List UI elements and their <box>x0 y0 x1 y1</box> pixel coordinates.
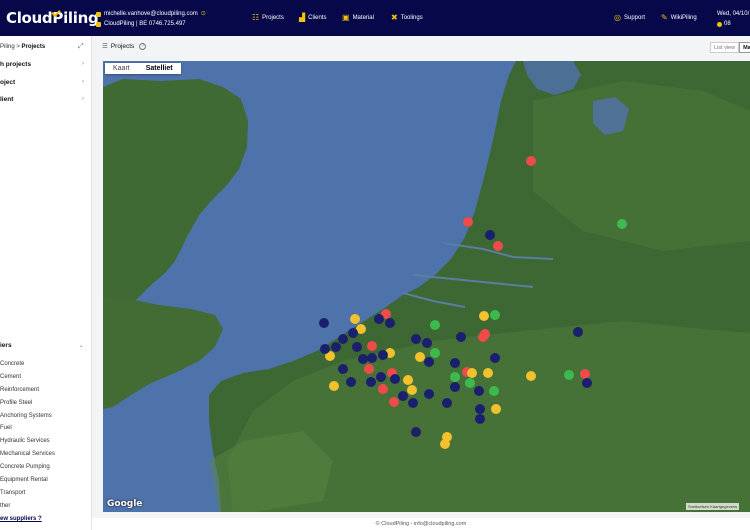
chevron-right-icon: › <box>81 60 84 67</box>
support-label: Support <box>623 14 645 21</box>
breadcrumb-prefix: Piling > <box>0 44 22 50</box>
map-type-kaart[interactable]: Kaart <box>105 63 138 74</box>
chevron-right-icon: › <box>81 95 84 102</box>
new-suppliers-link[interactable]: ew suppliers ? <box>0 516 42 522</box>
tools-icon: ✖ <box>391 13 398 22</box>
nav-toolings[interactable]: ✖ Toolings <box>391 13 423 22</box>
suppliers-header[interactable]: iers ⌄ <box>0 342 90 349</box>
collapse-sidebar-icon[interactable]: ⤢ <box>78 43 84 51</box>
nav-material[interactable]: ▣ Material <box>342 13 374 22</box>
time-text: 08 <box>724 21 731 27</box>
box-icon: ▣ <box>342 13 350 22</box>
app-logo[interactable]: CloudPiling <box>6 7 99 27</box>
wikipiling-link[interactable]: ✎ WikiPiling <box>661 13 697 22</box>
breadcrumb-current: Projects <box>21 44 46 50</box>
list-view-button[interactable]: List view <box>710 42 740 53</box>
top-bar: CloudPiling michelle.vanhove@cloudpiling… <box>0 0 750 36</box>
grid-icon: ☷ <box>252 13 260 22</box>
user-company: CloudPiling | BE 0746.725.497 <box>104 21 186 27</box>
projects-map[interactable]: Kaart Satelliet Google Sneltoetsen Kaart… <box>103 61 750 512</box>
page-title: Projects <box>110 42 135 50</box>
sidebar-item-label: oject <box>0 79 16 86</box>
email-icon <box>96 11 101 17</box>
supplier-item[interactable]: Transport <box>0 487 90 500</box>
list-icon: ☰ <box>102 43 108 50</box>
support-link[interactable]: ◎ Support <box>614 13 645 22</box>
page-header: ☰ Projects ? <box>102 42 147 50</box>
chart-icon: ▟ <box>299 13 306 22</box>
sidebar-item-label: lient <box>0 96 14 103</box>
wiki-icon: ✎ <box>661 13 668 22</box>
supplier-item[interactable]: Fuel <box>0 422 90 435</box>
nav-clients[interactable]: ▟ Clients <box>299 13 327 22</box>
sidebar-item-search-projects[interactable]: h projects › <box>0 60 90 68</box>
supplier-item[interactable]: Equipment Rental <box>0 474 90 487</box>
supplier-item[interactable]: Anchoring Systems <box>0 410 90 423</box>
sidebar: Piling > Projects ⤢ h projects › oject ›… <box>0 36 92 530</box>
supplier-item[interactable]: Concrete <box>0 358 90 371</box>
supplier-item[interactable]: Cement <box>0 371 90 384</box>
google-logo: Google <box>107 499 143 509</box>
chevron-right-icon: › <box>81 78 84 85</box>
wikipiling-label: WikiPiling <box>670 14 697 21</box>
info-icon[interactable]: ? <box>139 42 147 50</box>
nav-projects-label: Projects <box>262 14 284 21</box>
nav-clients-label: Clients <box>308 14 327 21</box>
supplier-item[interactable]: Profile Steel <box>0 397 90 410</box>
map-view-button[interactable]: Ma <box>739 42 750 53</box>
suppliers-header-label: iers <box>0 342 12 349</box>
nav-toolings-label: Toolings <box>400 14 423 21</box>
edit-icon[interactable]: ⊙ <box>201 9 206 19</box>
supplier-item[interactable]: Reinforcement <box>0 384 90 397</box>
map-type-control: Kaart Satelliet <box>105 63 181 74</box>
clock-icon <box>717 21 722 27</box>
supplier-item[interactable]: Hydraulic Services <box>0 435 90 448</box>
chevron-down-icon: ⌄ <box>78 342 84 349</box>
footer: © CloudPiling - info@cloudpiling.com <box>92 518 750 530</box>
map-attribution[interactable]: Sneltoetsen Kaartgegevens <box>686 503 740 510</box>
sidebar-item-label: h projects <box>0 61 32 68</box>
supplier-item[interactable]: ther <box>0 500 90 513</box>
supplier-item[interactable]: Mechanical Services <box>0 448 90 461</box>
nav-projects[interactable]: ☷ Projects <box>252 13 284 22</box>
sidebar-item-new-client[interactable]: lient › <box>0 95 90 103</box>
map-type-satelliet[interactable]: Satelliet <box>138 63 181 74</box>
suppliers-list: Concrete Cement Reinforcement Profile St… <box>0 358 90 513</box>
company-icon <box>96 21 101 27</box>
user-email: michelle.vanhove@cloudpiling.com <box>104 11 198 17</box>
supplier-item[interactable]: Concrete Pumping <box>0 461 90 474</box>
datetime: Wed, 04/10/ 08 <box>717 9 749 29</box>
satellite-map-image <box>103 61 750 512</box>
view-toggle: List view Ma <box>710 42 750 53</box>
user-info: michelle.vanhove@cloudpiling.com ⊙ Cloud… <box>96 9 206 29</box>
nav-material-label: Material <box>352 14 374 21</box>
breadcrumb: Piling > Projects <box>0 44 45 50</box>
support-icon: ◎ <box>614 13 621 22</box>
sidebar-item-new-project[interactable]: oject › <box>0 78 90 86</box>
date-text: Wed, 04/10/ <box>717 11 750 17</box>
